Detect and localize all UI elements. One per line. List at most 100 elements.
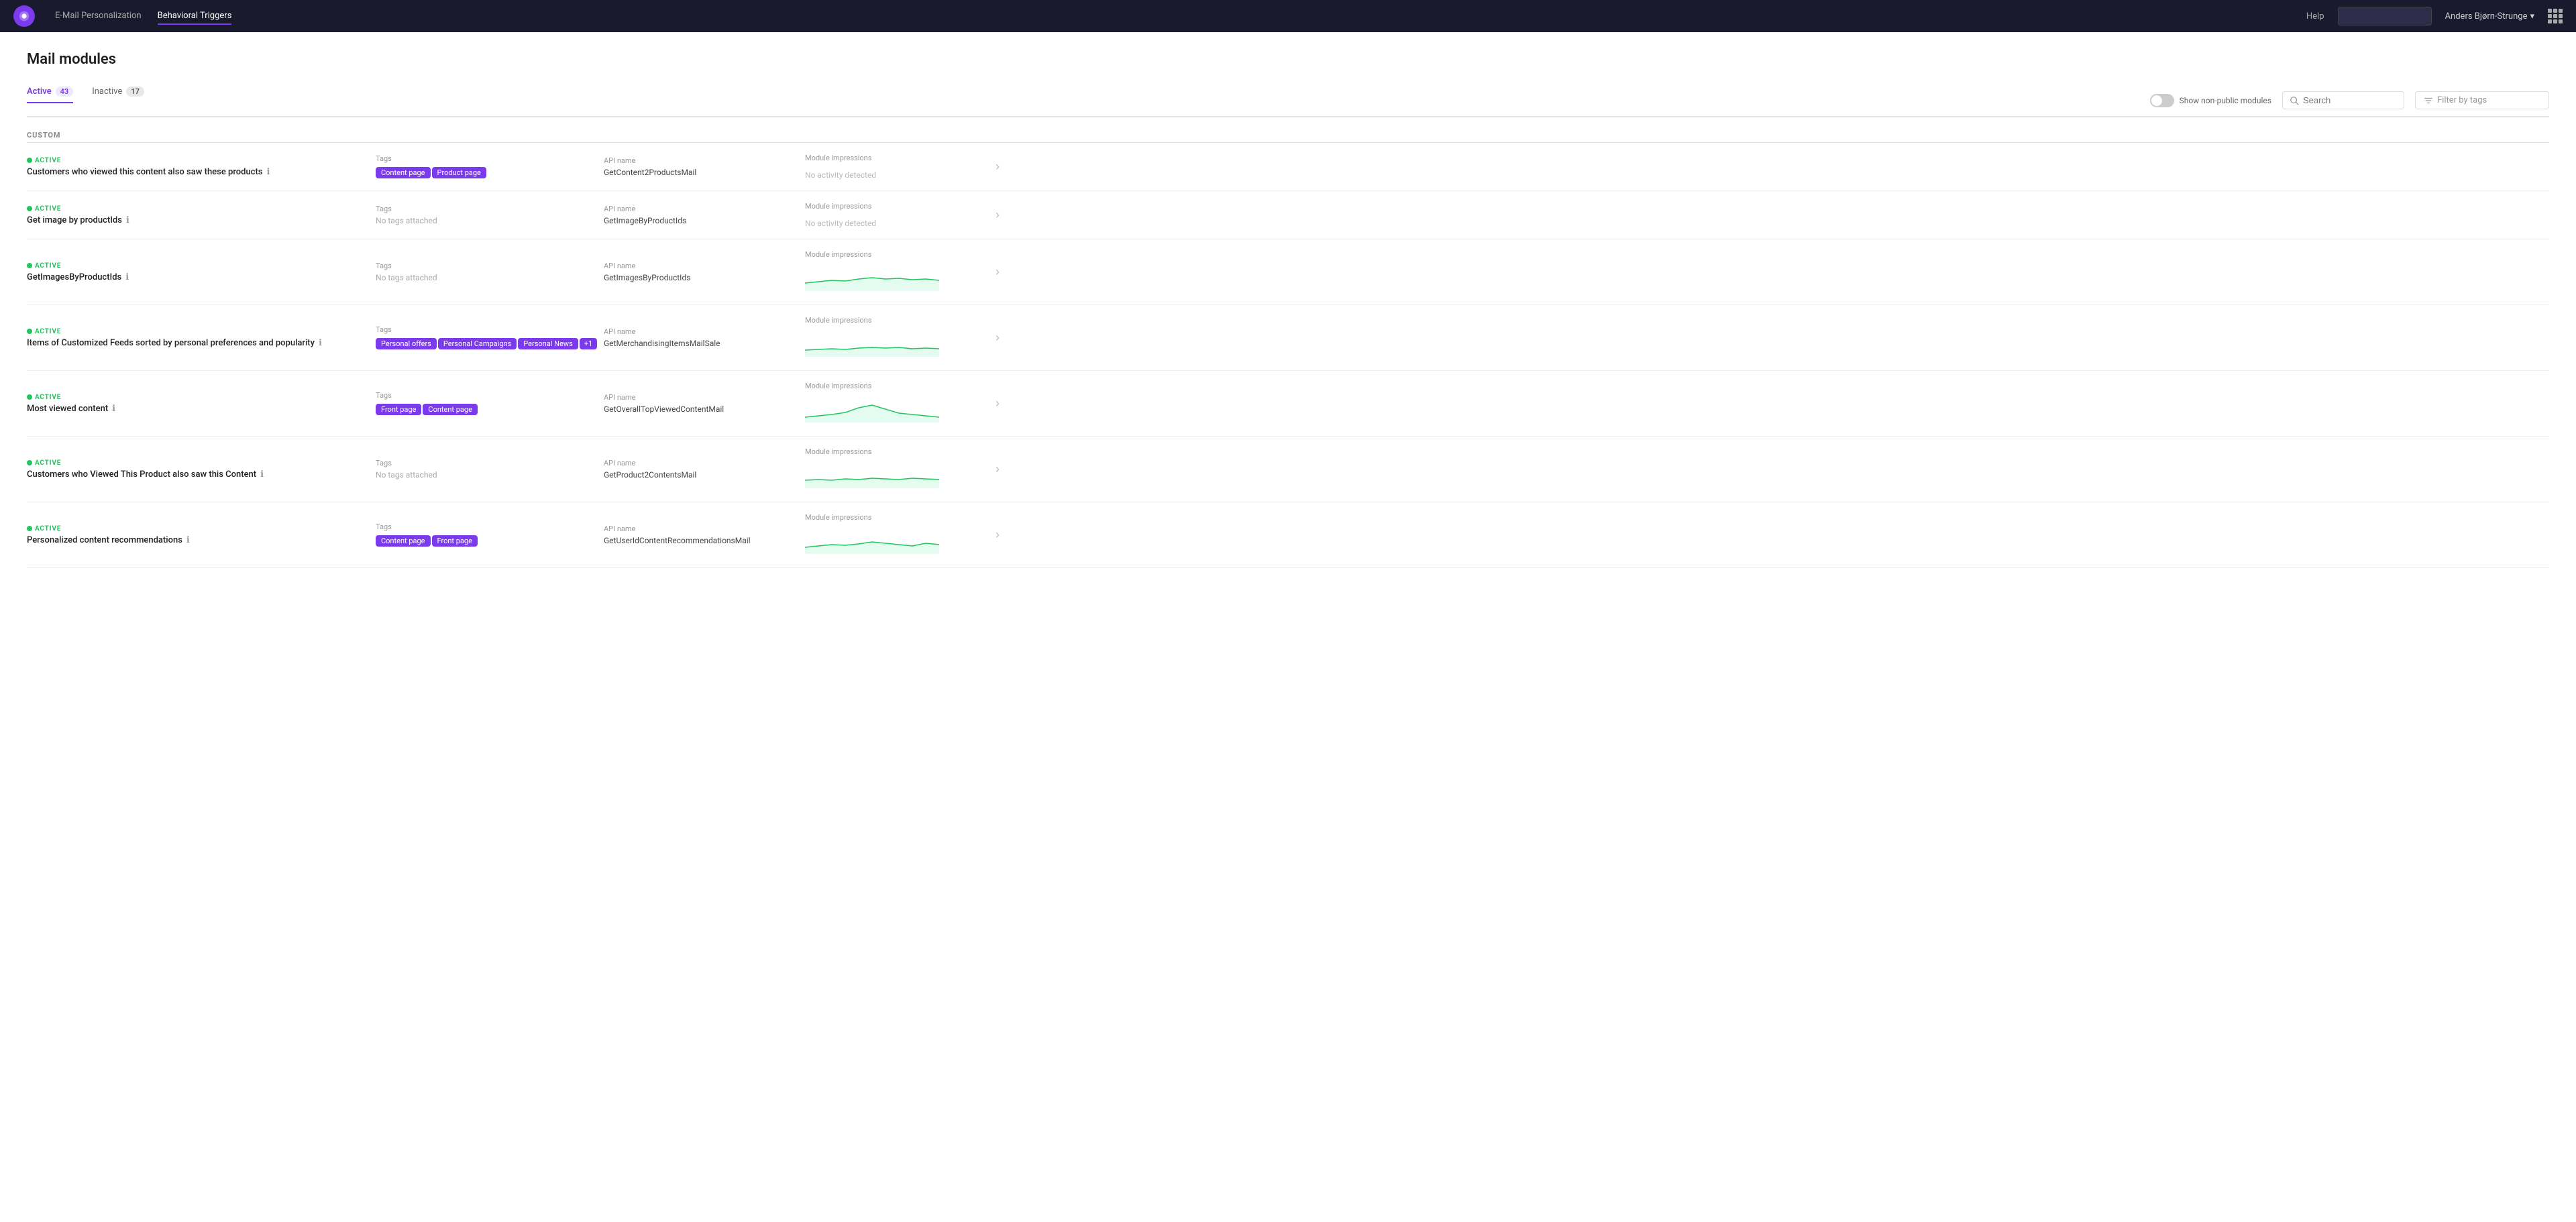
tags-list: Content pageProduct page [376, 166, 604, 180]
nav-search-input[interactable] [2338, 7, 2432, 25]
module-arrow[interactable]: › [973, 208, 1000, 222]
api-name-value: GetImageByProductIds [604, 216, 805, 225]
nav-right: Help Anders Bjørn-Strunge ▾ [2306, 7, 2563, 25]
module-status: ACTIVE [27, 157, 376, 164]
module-detail-arrow[interactable]: › [996, 528, 1000, 542]
module-name: Personalized content recommendations ℹ [27, 535, 376, 545]
module-info: ACTIVE Customers who Viewed This Product… [27, 459, 376, 480]
module-detail-arrow[interactable]: › [996, 265, 1000, 279]
module-arrow[interactable]: › [973, 528, 1000, 542]
info-icon[interactable]: ℹ [126, 215, 129, 225]
module-detail-arrow[interactable]: › [996, 462, 1000, 476]
status-dot [27, 206, 32, 211]
module-tags: Tags No tags attached [376, 262, 604, 282]
module-row[interactable]: ACTIVE Most viewed content ℹ Tags Front … [27, 371, 2549, 437]
module-arrow[interactable]: › [973, 462, 1000, 476]
tabs-controls-row: Active 43 Inactive 17 Show non-public mo… [27, 81, 2549, 116]
module-name: GetImagesByProductIds ℹ [27, 272, 376, 282]
status-label: ACTIVE [35, 525, 61, 533]
module-info: ACTIVE Get image by productIds ℹ [27, 205, 376, 225]
module-row[interactable]: ACTIVE Personalized content recommendati… [27, 502, 2549, 568]
impressions-col-header: Module impressions [805, 382, 973, 390]
module-info: ACTIVE Personalized content recommendati… [27, 525, 376, 545]
status-dot [27, 394, 32, 400]
module-api: API name GetProduct2ContentsMail [604, 459, 805, 480]
impressions-col-header: Module impressions [805, 316, 973, 325]
module-status: ACTIVE [27, 205, 376, 213]
non-public-toggle[interactable] [2150, 94, 2174, 107]
info-icon[interactable]: ℹ [260, 469, 264, 480]
module-arrow[interactable]: › [973, 265, 1000, 279]
module-tags: Tags Content pageFront page [376, 522, 604, 548]
status-label: ACTIVE [35, 157, 61, 164]
module-detail-arrow[interactable]: › [996, 208, 1000, 222]
module-api: API name GetUserIdContentRecommendations… [604, 524, 805, 545]
module-arrow[interactable]: › [973, 331, 1000, 345]
module-impressions: Module impressions [805, 250, 973, 294]
api-name-value: GetOverallTopViewedContentMail [604, 404, 805, 414]
top-navigation: E-Mail Personalization Behavioral Trigge… [0, 0, 2576, 32]
search-box[interactable] [2282, 91, 2404, 109]
status-dot [27, 158, 32, 163]
module-detail-arrow[interactable]: › [996, 331, 1000, 345]
app-logo[interactable] [13, 5, 35, 27]
api-name-value: GetUserIdContentRecommendationsMail [604, 536, 805, 545]
info-icon[interactable]: ℹ [112, 404, 115, 414]
module-row[interactable]: ACTIVE Customers who viewed this content… [27, 143, 2549, 191]
sparkline [805, 461, 973, 491]
module-arrow[interactable]: › [973, 396, 1000, 410]
module-arrow[interactable]: › [973, 160, 1000, 174]
module-row[interactable]: ACTIVE Get image by productIds ℹ Tags No… [27, 191, 2549, 239]
tag-pill: Front page [376, 404, 421, 415]
module-tags: Tags Personal offersPersonal CampaignsPe… [376, 325, 604, 351]
filter-label: Filter by tags [2437, 95, 2487, 105]
tag-pill: Content page [423, 404, 478, 415]
info-icon[interactable]: ℹ [186, 535, 190, 545]
api-name-value: GetMerchandisingItemsMailSale [604, 339, 805, 348]
status-dot [27, 329, 32, 334]
modules-list: ACTIVE Customers who viewed this content… [27, 143, 2549, 568]
module-detail-arrow[interactable]: › [996, 396, 1000, 410]
filter-by-tags[interactable]: Filter by tags [2415, 91, 2549, 109]
nav-item-email[interactable]: E-Mail Personalization [55, 8, 142, 25]
info-icon[interactable]: ℹ [319, 338, 322, 348]
tags-col-header: Tags [376, 391, 604, 400]
tags-list: No tags attached [376, 273, 604, 282]
module-row[interactable]: ACTIVE Customers who Viewed This Product… [27, 437, 2549, 502]
module-status: ACTIVE [27, 394, 376, 401]
nav-items: E-Mail Personalization Behavioral Trigge… [55, 8, 2286, 25]
module-row[interactable]: ACTIVE GetImagesByProductIds ℹ Tags No t… [27, 239, 2549, 305]
module-detail-arrow[interactable]: › [996, 160, 1000, 174]
filter-icon [2424, 96, 2433, 105]
info-icon[interactable]: ℹ [125, 272, 129, 282]
tab-inactive[interactable]: Inactive 17 [92, 81, 144, 103]
module-name: Get image by productIds ℹ [27, 215, 376, 225]
status-dot [27, 263, 32, 268]
status-dot [27, 460, 32, 465]
toggle-label: Show non-public modules [2150, 94, 2271, 107]
module-impressions: Module impressions [805, 513, 973, 557]
api-col-header: API name [604, 205, 805, 213]
app-grid-icon[interactable] [2548, 9, 2563, 23]
nav-item-behavioral[interactable]: Behavioral Triggers [158, 8, 232, 25]
api-col-header: API name [604, 327, 805, 336]
no-impressions-label: No activity detected [805, 219, 973, 228]
status-label: ACTIVE [35, 262, 61, 270]
tab-active[interactable]: Active 43 [27, 81, 73, 103]
sparkline [805, 264, 973, 294]
module-status: ACTIVE [27, 459, 376, 467]
module-info: ACTIVE GetImagesByProductIds ℹ [27, 262, 376, 282]
api-col-header: API name [604, 393, 805, 402]
api-name-value: GetProduct2ContentsMail [604, 470, 805, 480]
module-impressions: Module impressions No activity detected [805, 202, 973, 228]
module-name: Most viewed content ℹ [27, 404, 376, 414]
module-impressions: Module impressions No activity detected [805, 154, 973, 180]
tags-list: Content pageFront page [376, 534, 604, 548]
module-row[interactable]: ACTIVE Items of Customized Feeds sorted … [27, 305, 2549, 371]
info-icon[interactable]: ℹ [267, 167, 270, 177]
module-name: Customers who Viewed This Product also s… [27, 469, 376, 480]
help-link[interactable]: Help [2306, 11, 2324, 21]
search-input[interactable] [2303, 95, 2397, 105]
user-menu[interactable]: Anders Bjørn-Strunge ▾ [2445, 11, 2534, 21]
tags-list: No tags attached [376, 470, 604, 480]
